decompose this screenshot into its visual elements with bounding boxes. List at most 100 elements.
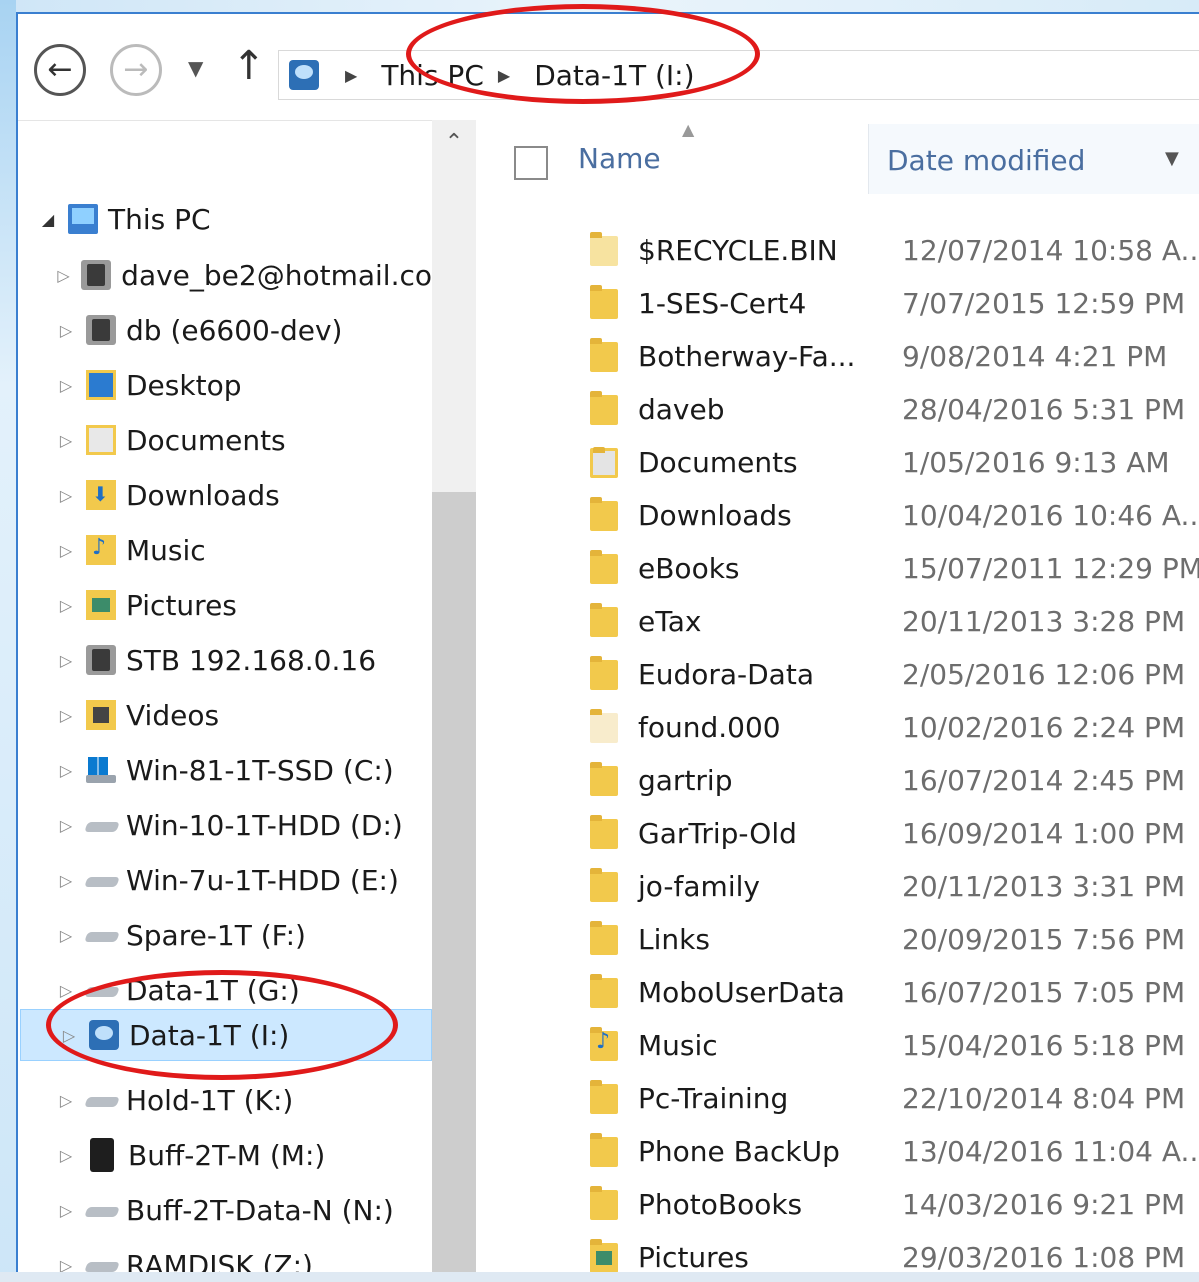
collapsed-triangle-icon[interactable]: ▷ — [56, 651, 76, 670]
collapsed-triangle-icon[interactable]: ▷ — [56, 1091, 76, 1110]
scroll-up-arrow-icon[interactable]: ⌃ — [432, 130, 476, 170]
collapsed-triangle-icon[interactable]: ▷ — [56, 376, 76, 395]
file-row[interactable]: gartrip 16/07/2014 2:45 PM — [476, 754, 1199, 807]
tree-item-stb[interactable]: ▷ STB 192.168.0.16 — [18, 634, 432, 686]
tree-item-desktop[interactable]: ▷ Desktop — [18, 359, 432, 411]
tree-item-pictures[interactable]: ▷ Pictures — [18, 579, 432, 631]
navigation-scrollbar[interactable]: ⌃ — [432, 120, 476, 1272]
collapsed-triangle-icon[interactable]: ▷ — [56, 816, 76, 835]
folder-icon — [590, 814, 618, 849]
chevron-down-icon[interactable]: ▼ — [1165, 148, 1179, 169]
breadcrumb-data-1t[interactable]: Data-1T (I:) — [532, 59, 696, 92]
file-row[interactable]: MoboUserData 16/07/2015 7:05 PM — [476, 966, 1199, 1019]
collapsed-triangle-icon[interactable]: ▷ — [56, 541, 76, 560]
collapsed-triangle-icon[interactable]: ▷ — [56, 266, 71, 285]
up-button[interactable]: ↑ — [232, 46, 266, 86]
tree-item-documents[interactable]: ▷ Documents — [18, 414, 432, 466]
file-row[interactable]: found.000 10/02/2016 2:24 PM — [476, 701, 1199, 754]
tree-item-drive-i[interactable]: ▷ Data-1T (I:) — [20, 1009, 432, 1061]
file-row[interactable]: Downloads 10/04/2016 10:46 A... — [476, 489, 1199, 542]
collapsed-triangle-icon[interactable]: ▷ — [56, 981, 76, 1000]
tree-item-drive-e[interactable]: ▷ Win-7u-1T-HDD (E:) — [18, 854, 432, 906]
file-row[interactable]: eTax 20/11/2013 3:28 PM — [476, 595, 1199, 648]
tree-item-downloads[interactable]: ▷ Downloads — [18, 469, 432, 521]
file-date: 20/09/2015 7:56 PM — [902, 923, 1186, 956]
column-header-name[interactable]: Name — [578, 142, 661, 175]
file-row[interactable]: Pc-Training 22/10/2014 8:04 PM — [476, 1072, 1199, 1125]
recent-locations-button[interactable]: ▼ — [188, 56, 203, 80]
file-name: eTax — [638, 605, 702, 638]
folder-icon — [590, 496, 618, 531]
column-header-date-modified[interactable]: Date modified ▼ — [868, 124, 1199, 194]
breadcrumb-separator-icon[interactable]: ▶ — [345, 66, 357, 85]
file-row[interactable]: $RECYCLE.BIN 12/07/2014 10:58 A... — [476, 224, 1199, 277]
expanded-triangle-icon[interactable]: ◢ — [38, 210, 58, 229]
file-row[interactable]: Phone BackUp 13/04/2016 11:04 A... — [476, 1125, 1199, 1178]
file-row[interactable]: daveb 28/04/2016 5:31 PM — [476, 383, 1199, 436]
file-name: found.000 — [638, 711, 781, 744]
media-server-icon — [86, 645, 116, 675]
file-row[interactable]: Botherway-Fa... 9/08/2014 4:21 PM — [476, 330, 1199, 383]
tree-item-drive-k[interactable]: ▷ Hold-1T (K:) — [18, 1074, 432, 1126]
scrollbar-thumb[interactable] — [432, 492, 476, 1272]
file-row[interactable]: 1-SES-Cert4 7/07/2015 12:59 PM — [476, 277, 1199, 330]
file-name: gartrip — [638, 764, 733, 797]
collapsed-triangle-icon[interactable]: ▷ — [59, 1026, 79, 1045]
address-bar[interactable]: ▶ This PC ▶ Data-1T (I:) — [278, 50, 1199, 100]
tree-item-music[interactable]: ▷ Music — [18, 524, 432, 576]
collapsed-triangle-icon[interactable]: ▷ — [56, 706, 76, 725]
folder-icon — [590, 390, 618, 425]
sort-ascending-icon: ▲ — [682, 120, 695, 139]
navigation-pane: ◢ This PC ▷ dave_be2@hotmail.co ▷ db (e6… — [18, 120, 432, 1272]
collapsed-triangle-icon[interactable]: ▷ — [56, 1201, 76, 1220]
file-row[interactable]: Eudora-Data 2/05/2016 12:06 PM — [476, 648, 1199, 701]
media-server-icon — [81, 260, 112, 290]
select-all-checkbox[interactable] — [514, 146, 548, 180]
tree-item-drive-c[interactable]: ▷ Win-81-1T-SSD (C:) — [18, 744, 432, 796]
file-row[interactable]: eBooks 15/07/2011 12:29 PM — [476, 542, 1199, 595]
tree-item-label: Desktop — [126, 368, 242, 402]
collapsed-triangle-icon[interactable]: ▷ — [56, 926, 76, 945]
file-row[interactable]: Pictures 29/03/2016 1:08 PM — [476, 1231, 1199, 1272]
forward-button[interactable]: → — [110, 44, 162, 96]
tree-item-drive-m[interactable]: ▷ Buff-2T-M (M:) — [18, 1129, 432, 1181]
file-row[interactable]: Documents 1/05/2016 9:13 AM — [476, 436, 1199, 489]
collapsed-triangle-icon[interactable]: ▷ — [56, 761, 76, 780]
collapsed-triangle-icon[interactable]: ▷ — [56, 321, 76, 340]
tree-item-drive-z[interactable]: ▷ RAMDISK (Z:) — [18, 1239, 432, 1273]
collapsed-triangle-icon[interactable]: ▷ — [56, 1256, 76, 1273]
file-name: 1-SES-Cert4 — [638, 287, 807, 320]
usb-drive-icon — [289, 60, 319, 90]
collapsed-triangle-icon[interactable]: ▷ — [56, 486, 76, 505]
tree-item-label: Data-1T (G:) — [126, 973, 300, 1007]
file-date: 16/07/2014 2:45 PM — [902, 764, 1186, 797]
tree-item-dave-be2[interactable]: ▷ dave_be2@hotmail.co — [18, 249, 432, 301]
tree-item-drive-n[interactable]: ▷ Buff-2T-Data-N (N:) — [18, 1184, 432, 1236]
computer-icon — [68, 204, 98, 234]
collapsed-triangle-icon[interactable]: ▷ — [56, 1146, 76, 1165]
back-button[interactable]: ← — [34, 44, 86, 96]
tree-item-this-pc[interactable]: ◢ This PC — [18, 193, 432, 245]
file-date: 1/05/2016 9:13 AM — [902, 446, 1170, 479]
breadcrumb-separator-icon[interactable]: ▶ — [498, 66, 510, 85]
file-row[interactable]: PhotoBooks 14/03/2016 9:21 PM — [476, 1178, 1199, 1231]
collapsed-triangle-icon[interactable]: ▷ — [56, 596, 76, 615]
breadcrumb-this-pc[interactable]: This PC — [379, 59, 486, 92]
file-date: 15/04/2016 5:18 PM — [902, 1029, 1186, 1062]
file-row[interactable]: jo-family 20/11/2013 3:31 PM — [476, 860, 1199, 913]
tree-item-db-e6600-dev[interactable]: ▷ db (e6600-dev) — [18, 304, 432, 356]
tree-item-drive-f[interactable]: ▷ Spare-1T (F:) — [18, 909, 432, 961]
tree-item-label: Music — [126, 533, 206, 567]
tree-item-drive-d[interactable]: ▷ Win-10-1T-HDD (D:) — [18, 799, 432, 851]
file-date: 29/03/2016 1:08 PM — [902, 1241, 1186, 1272]
collapsed-triangle-icon[interactable]: ▷ — [56, 871, 76, 890]
file-row[interactable]: Links 20/09/2015 7:56 PM — [476, 913, 1199, 966]
file-row[interactable]: GarTrip-Old 16/09/2014 1:00 PM — [476, 807, 1199, 860]
tree-item-videos[interactable]: ▷ Videos — [18, 689, 432, 741]
hard-drive-icon — [86, 975, 116, 1005]
file-name: MoboUserData — [638, 976, 845, 1009]
music-folder-icon — [590, 1026, 618, 1061]
collapsed-triangle-icon[interactable]: ▷ — [56, 431, 76, 450]
tree-item-label: Pictures — [126, 588, 237, 622]
file-row[interactable]: Music 15/04/2016 5:18 PM — [476, 1019, 1199, 1072]
